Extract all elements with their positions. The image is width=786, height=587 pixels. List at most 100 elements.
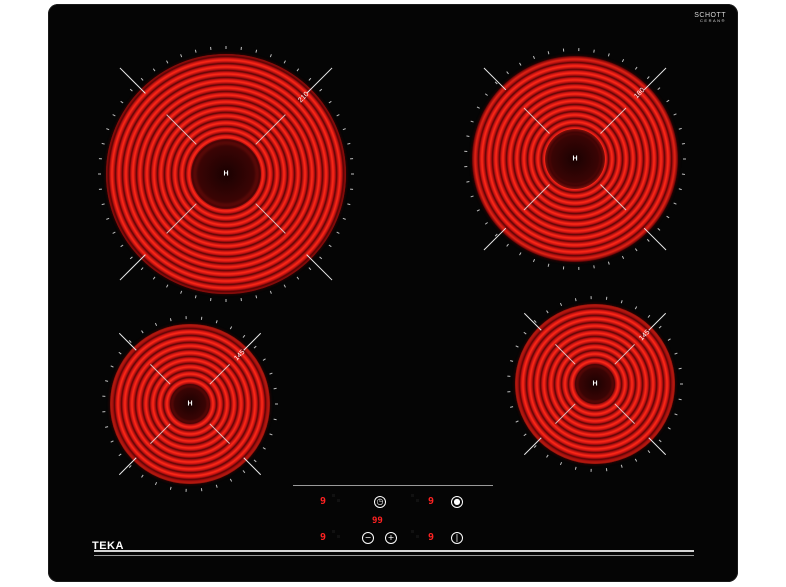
zone-tick bbox=[269, 433, 273, 436]
zone-tick bbox=[547, 263, 550, 267]
zone-tick bbox=[678, 127, 682, 130]
zone-tick bbox=[484, 222, 488, 225]
zone-tick bbox=[273, 387, 277, 390]
zone-tick bbox=[621, 59, 625, 63]
zone-tick bbox=[129, 256, 133, 260]
zone-tick bbox=[523, 433, 527, 437]
zone-level-display: 9 bbox=[428, 532, 435, 543]
zone-inner-marker bbox=[555, 403, 576, 424]
zone-inner-marker bbox=[209, 364, 230, 385]
zone-tick bbox=[470, 195, 474, 198]
zone-tick bbox=[678, 367, 682, 370]
zone-tick bbox=[466, 135, 470, 138]
zone-tick bbox=[112, 231, 116, 234]
zone-tick bbox=[678, 398, 682, 401]
zone-outer-marker bbox=[306, 67, 333, 94]
zone-tick bbox=[269, 54, 272, 58]
zone-tick bbox=[476, 106, 480, 109]
zone-tick bbox=[634, 248, 638, 252]
zone-tick bbox=[141, 330, 144, 334]
lock-icon[interactable]: ● bbox=[451, 496, 463, 508]
zone-tick bbox=[470, 120, 474, 123]
zone-tick bbox=[319, 88, 323, 92]
zone-inner-marker bbox=[255, 114, 286, 145]
zone-inner-marker bbox=[614, 344, 635, 365]
zone-tick bbox=[328, 100, 332, 104]
zone-tick bbox=[674, 352, 678, 355]
zone-tick bbox=[678, 188, 682, 191]
zone-tick bbox=[494, 81, 498, 85]
zone-level-display: 9 bbox=[428, 496, 435, 507]
zone-tick bbox=[180, 54, 183, 58]
zone-tick bbox=[262, 358, 266, 361]
zone-tick bbox=[519, 62, 522, 66]
front-trim-strip-shadow bbox=[94, 555, 694, 556]
zone-outer-marker bbox=[118, 332, 137, 351]
zone-tick bbox=[255, 49, 258, 53]
zone-tick bbox=[253, 345, 257, 349]
zone-inner-marker bbox=[523, 184, 550, 211]
zone-tick bbox=[152, 276, 156, 280]
zone-tick bbox=[101, 142, 105, 145]
timer-icon[interactable]: ◷ bbox=[374, 496, 386, 508]
zone-tick bbox=[154, 481, 158, 486]
zone-outer-marker bbox=[306, 254, 333, 281]
zone-outer-marker bbox=[243, 457, 262, 476]
zone-tick bbox=[169, 486, 172, 490]
zone-outer-marker bbox=[523, 437, 542, 456]
zone-tick bbox=[273, 418, 277, 421]
zone-tick bbox=[283, 284, 286, 288]
zone-tick bbox=[559, 461, 563, 466]
plus-button-icon[interactable]: + bbox=[385, 532, 397, 544]
front-trim-strip bbox=[94, 550, 694, 552]
cooktop-photo: H 210 H 180 H 145 H 145 SCHOTT CERAN® 9 … bbox=[0, 0, 786, 587]
zone-tick bbox=[546, 454, 549, 458]
power-button-icon[interactable]: | bbox=[451, 532, 463, 544]
zone-tick bbox=[532, 55, 536, 60]
zone-tick bbox=[105, 426, 109, 428]
zone-tick bbox=[593, 49, 595, 53]
zone-tick bbox=[494, 233, 498, 237]
zone-tick bbox=[666, 99, 670, 103]
control-panel-divider bbox=[293, 485, 493, 486]
zone-tick bbox=[523, 331, 527, 335]
zone-inner-marker bbox=[600, 107, 627, 134]
zone-tick bbox=[105, 380, 109, 382]
zone-tick bbox=[620, 464, 623, 468]
zone-tick bbox=[215, 484, 218, 488]
zone-tick bbox=[574, 466, 577, 470]
zone-outer-marker bbox=[483, 227, 507, 251]
minus-button-icon[interactable]: − bbox=[362, 532, 374, 544]
zone-tick bbox=[154, 322, 158, 327]
zone-tick bbox=[666, 215, 670, 219]
zone-outer-marker bbox=[523, 312, 542, 331]
zone-tick bbox=[547, 51, 550, 55]
zone-outer-marker bbox=[648, 312, 667, 331]
zone-tick bbox=[120, 244, 124, 248]
zone-tick bbox=[673, 113, 677, 116]
zone-tick bbox=[657, 228, 661, 231]
zone-tick bbox=[336, 114, 340, 117]
ceramic-hob: H 210 H 180 H 145 H 145 SCHOTT CERAN® 9 … bbox=[48, 4, 738, 582]
schott-ceran-logo: SCHOTT CERAN® bbox=[694, 12, 726, 23]
zone-inner-marker bbox=[209, 423, 230, 444]
zone-tick bbox=[519, 252, 522, 256]
zone-tick bbox=[296, 68, 300, 72]
zone-tick bbox=[169, 318, 172, 322]
zone-tick bbox=[215, 320, 218, 324]
zone-tick bbox=[112, 114, 116, 117]
zone-inner-marker bbox=[600, 184, 627, 211]
zone-tick bbox=[476, 209, 480, 212]
zone-tick bbox=[140, 77, 144, 81]
zone-tick bbox=[593, 265, 595, 269]
zone-tick bbox=[607, 53, 610, 57]
zone-tick bbox=[328, 244, 332, 248]
zone-tick bbox=[194, 49, 197, 53]
zone-tick bbox=[194, 295, 197, 299]
zone-tick bbox=[308, 77, 312, 81]
zone-tick bbox=[255, 295, 258, 299]
zone-level-display: 9 bbox=[320, 532, 327, 543]
zone-tick bbox=[308, 267, 312, 271]
zone-inner-marker bbox=[614, 403, 635, 424]
zone-tick bbox=[166, 60, 169, 64]
